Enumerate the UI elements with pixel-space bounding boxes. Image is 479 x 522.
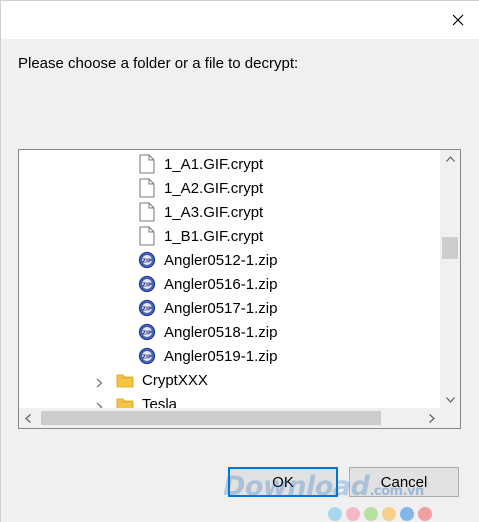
- tree-item-label: Angler0512-1.zip: [164, 251, 278, 269]
- close-button[interactable]: [436, 1, 479, 39]
- folder-icon: [116, 370, 134, 390]
- tree-item[interactable]: 1_A3.GIF.crypt: [138, 200, 263, 224]
- vertical-scroll-thumb[interactable]: [442, 237, 458, 259]
- watermark-dot: [382, 507, 396, 521]
- tree-item-label: Angler0516-1.zip: [164, 275, 278, 293]
- svg-text:ZIP: ZIP: [142, 282, 152, 288]
- zip-icon: ZIP: [138, 250, 156, 270]
- scroll-down-button[interactable]: [440, 391, 460, 408]
- watermark-dot: [346, 507, 360, 521]
- scroll-right-button[interactable]: [423, 408, 441, 428]
- watermark-dot: [364, 507, 378, 521]
- file-tree[interactable]: 1_A1.GIF.crypt 1_A2.GIF.crypt 1_A3.GIF.cry…: [18, 149, 461, 429]
- chevron-down-icon: [445, 396, 455, 403]
- tree-item-label: 1_A3.GIF.crypt: [164, 203, 264, 221]
- tree-item[interactable]: CryptXXX: [96, 368, 208, 392]
- tree-item[interactable]: 1_A2.GIF.crypt: [138, 176, 263, 200]
- decrypt-dialog: Please choose a folder or a file to decr…: [0, 0, 479, 522]
- scroll-up-button[interactable]: [440, 150, 460, 167]
- tree-content: 1_A1.GIF.crypt 1_A2.GIF.crypt 1_A3.GIF.cry…: [19, 150, 439, 408]
- svg-text:ZIP: ZIP: [142, 330, 152, 336]
- tree-item[interactable]: ZIP Angler0518-1.zip: [138, 320, 277, 344]
- tree-item-label: 1_A2.GIF.crypt: [164, 179, 264, 197]
- file-icon: [138, 178, 156, 198]
- tree-item[interactable]: ZIP Angler0516-1.zip: [138, 272, 277, 296]
- tree-item[interactable]: 1_B1.GIF.crypt: [138, 224, 263, 248]
- tree-item-label: Tesla: [142, 395, 178, 409]
- zip-icon: ZIP: [138, 274, 156, 294]
- tree-item[interactable]: ZIP Angler0517-1.zip: [138, 296, 277, 320]
- watermark-dot: [418, 507, 432, 521]
- tree-item-label: Angler0517-1.zip: [164, 299, 278, 317]
- scroll-left-button[interactable]: [19, 408, 37, 428]
- tree-item-label: Angler0518-1.zip: [164, 323, 278, 341]
- tree-item[interactable]: ZIP Angler0519-1.zip: [138, 344, 277, 368]
- svg-text:ZIP: ZIP: [142, 258, 152, 264]
- svg-text:ZIP: ZIP: [142, 354, 152, 360]
- watermark-dot: [328, 507, 342, 521]
- chevron-up-icon: [445, 155, 455, 162]
- tree-item-label: Angler0519-1.zip: [164, 347, 278, 365]
- expand-chevron-icon[interactable]: [96, 375, 106, 388]
- chevron-left-icon: [25, 413, 31, 423]
- file-icon: [138, 154, 156, 174]
- title-bar: [1, 1, 479, 39]
- folder-icon: [116, 394, 134, 408]
- watermark-dots: [328, 507, 432, 521]
- tree-item[interactable]: ZIP Angler0512-1.zip: [138, 248, 277, 272]
- close-icon: [452, 14, 464, 26]
- tree-item-label: 1_A1.GIF.crypt: [164, 155, 264, 173]
- watermark-dot: [400, 507, 414, 521]
- tree-item[interactable]: 1_A1.GIF.crypt: [138, 152, 263, 176]
- file-icon: [138, 226, 156, 246]
- svg-text:ZIP: ZIP: [142, 306, 152, 312]
- horizontal-scrollbar[interactable]: [19, 408, 441, 428]
- scrollbar-corner: [440, 408, 460, 428]
- ok-button[interactable]: OK: [228, 467, 338, 497]
- zip-icon: ZIP: [138, 346, 156, 366]
- tree-item-label: CryptXXX: [142, 371, 208, 389]
- file-icon: [138, 202, 156, 222]
- zip-icon: ZIP: [138, 322, 156, 342]
- prompt-label: Please choose a folder or a file to decr…: [18, 55, 299, 72]
- tree-item-label: 1_B1.GIF.crypt: [164, 227, 264, 245]
- cancel-button[interactable]: Cancel: [349, 467, 459, 497]
- zip-icon: ZIP: [138, 298, 156, 318]
- horizontal-scroll-thumb[interactable]: [41, 411, 381, 425]
- tree-item[interactable]: Tesla: [96, 392, 178, 409]
- chevron-right-icon: [429, 413, 435, 423]
- expand-chevron-icon[interactable]: [96, 399, 106, 408]
- vertical-scrollbar[interactable]: [440, 150, 460, 408]
